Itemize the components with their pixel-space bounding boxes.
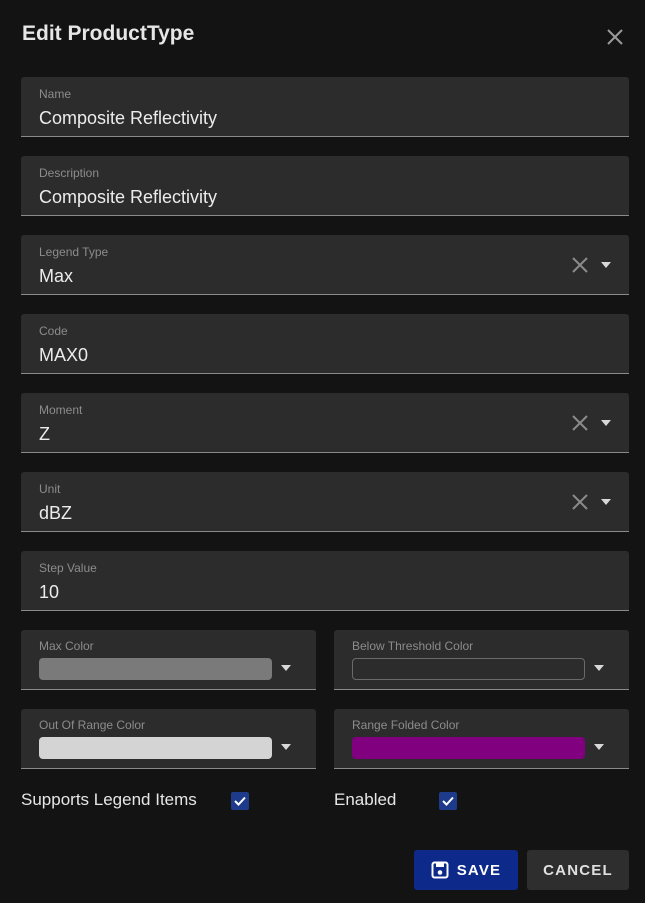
max-color-picker[interactable]: Max Color (21, 630, 316, 690)
chevron-down-icon[interactable] (601, 499, 611, 505)
name-field[interactable]: Name Composite Reflectivity (21, 77, 629, 137)
chevron-down-icon[interactable] (594, 744, 604, 750)
enabled-label: Enabled (334, 790, 397, 809)
supports-legend-items-label: Supports Legend Items (21, 790, 197, 809)
moment-label: Moment (39, 403, 83, 417)
check-icon (442, 796, 454, 806)
enabled-checkbox[interactable] (439, 792, 457, 810)
description-field[interactable]: Description Composite Reflectivity (21, 156, 629, 216)
code-label: Code (39, 324, 68, 338)
clear-x-icon[interactable] (571, 493, 589, 511)
legend-type-select[interactable]: Legend Type Max (21, 235, 629, 295)
save-button[interactable]: SAVE (414, 850, 518, 890)
unit-select[interactable]: Unit dBZ (21, 472, 629, 532)
step-value-value: 10 (39, 582, 60, 602)
chevron-down-icon[interactable] (281, 744, 291, 750)
description-label: Description (39, 166, 100, 180)
out-of-range-color-picker[interactable]: Out Of Range Color (21, 709, 316, 769)
chevron-down-icon[interactable] (594, 665, 604, 671)
cancel-button[interactable]: CANCEL (527, 850, 629, 890)
floppy-disk-icon (431, 861, 449, 879)
dialog-title: Edit ProductType (22, 22, 195, 45)
max-color-swatch[interactable] (39, 658, 272, 680)
out-of-range-color-label: Out Of Range Color (39, 718, 146, 732)
range-folded-color-swatch[interactable] (352, 737, 585, 759)
moment-value: Z (39, 424, 50, 444)
clear-x-icon[interactable] (571, 414, 589, 432)
step-value-field[interactable]: Step Value 10 (21, 551, 629, 611)
legend-type-label: Legend Type (39, 245, 109, 259)
below-threshold-color-picker[interactable]: Below Threshold Color (334, 630, 629, 690)
cancel-label: CANCEL (543, 861, 613, 879)
range-folded-color-picker[interactable]: Range Folded Color (334, 709, 629, 769)
unit-value: dBZ (39, 503, 73, 523)
clear-x-icon[interactable] (571, 256, 589, 274)
below-threshold-color-label: Below Threshold Color (352, 639, 474, 653)
moment-select[interactable]: Moment Z (21, 393, 629, 453)
name-value: Composite Reflectivity (39, 108, 218, 128)
legend-type-value: Max (39, 266, 74, 286)
description-value: Composite Reflectivity (39, 187, 218, 207)
out-of-range-color-swatch[interactable] (39, 737, 272, 759)
check-icon (234, 796, 246, 806)
close-icon[interactable] (604, 26, 626, 48)
code-field[interactable]: Code MAX0 (21, 314, 629, 374)
step-value-label: Step Value (39, 561, 97, 575)
chevron-down-icon[interactable] (601, 420, 611, 426)
chevron-down-icon[interactable] (601, 262, 611, 268)
save-label: SAVE (456, 861, 502, 879)
unit-label: Unit (39, 482, 61, 496)
supports-legend-items-checkbox[interactable] (231, 792, 249, 810)
code-value: MAX0 (39, 345, 89, 365)
chevron-down-icon[interactable] (281, 665, 291, 671)
below-threshold-color-swatch[interactable] (352, 658, 585, 680)
range-folded-color-label: Range Folded Color (352, 718, 460, 732)
name-label: Name (39, 87, 72, 101)
max-color-label: Max Color (39, 639, 94, 653)
